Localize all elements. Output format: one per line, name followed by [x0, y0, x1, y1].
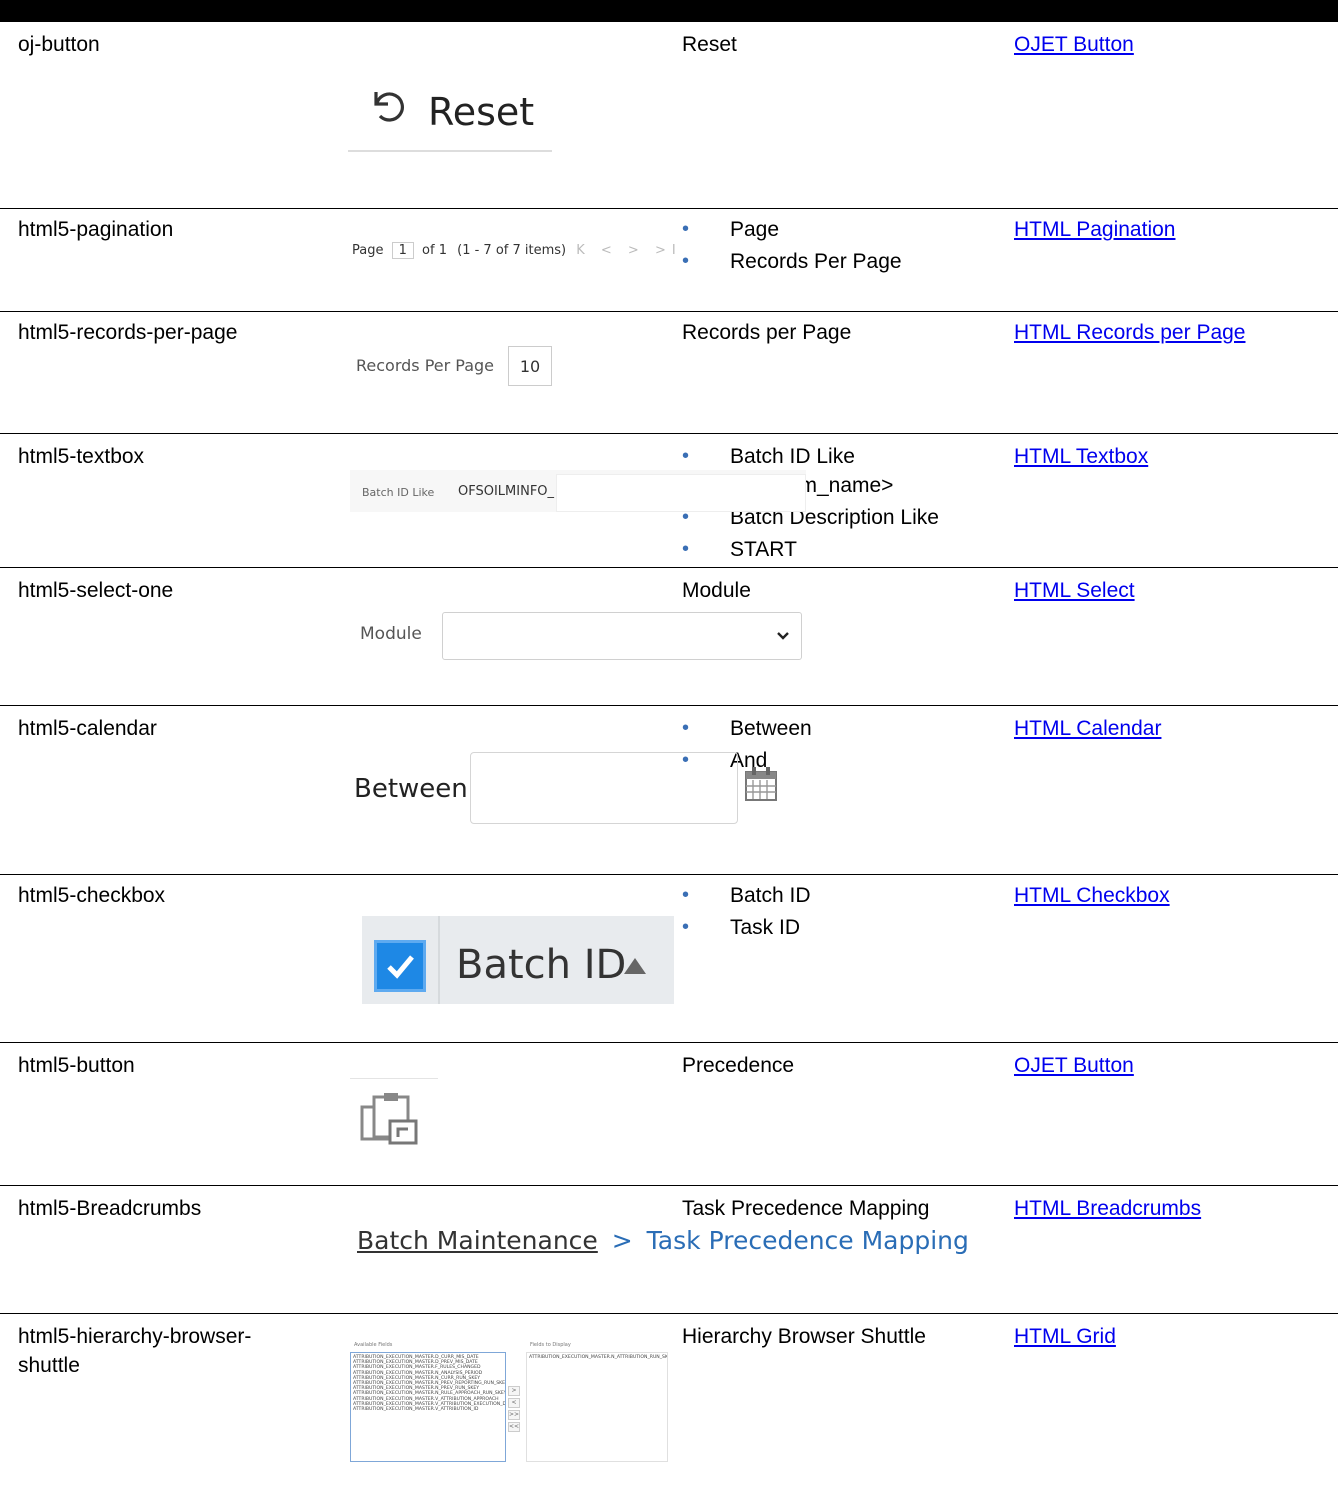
breadcrumb-current: Task Precedence Mapping	[646, 1226, 969, 1255]
component-name: html5-hierarchy-browser-shuttle	[18, 1325, 252, 1377]
doc-link[interactable]: OJET Button	[1014, 33, 1134, 56]
component-link: OJET Button	[1014, 1051, 1334, 1080]
component-description: Hierarchy Browser Shuttle	[682, 1325, 926, 1348]
records-per-page-label: Records Per Page	[356, 356, 495, 375]
component-link: HTML Records per Page	[1014, 318, 1334, 347]
doc-link[interactable]: HTML Checkbox	[1014, 884, 1170, 907]
sort-ascending-icon	[624, 958, 646, 974]
page-input: 1	[391, 242, 414, 259]
component-description: Batch ID Task ID	[682, 881, 992, 945]
list-item: Records Per Page	[682, 247, 992, 276]
doc-link[interactable]: HTML Breadcrumbs	[1014, 1197, 1201, 1220]
shuttle-screenshot: Available Fields Fields to Display ATTRI…	[350, 1342, 670, 1464]
doc-link[interactable]: HTML Calendar	[1014, 717, 1161, 740]
table-row: html5-pagination Page Records Per Page H…	[0, 208, 1338, 311]
list-item: Batch ID	[682, 881, 992, 910]
component-name: html5-Breadcrumbs	[18, 1197, 202, 1220]
component-name: html5-button	[18, 1054, 135, 1077]
records-per-page-input: 10	[508, 346, 552, 386]
component-name: html5-checkbox	[18, 884, 166, 907]
component-link: HTML Textbox	[1014, 442, 1334, 471]
component-link: HTML Breadcrumbs	[1014, 1194, 1334, 1223]
select-box	[442, 612, 802, 660]
checkbox-label: Batch ID	[456, 942, 627, 988]
calendar-screenshot: Between	[354, 752, 784, 826]
table-header-bar	[0, 0, 1338, 22]
page-count: of 1	[422, 243, 447, 258]
list-item: ATTRIBUTION_EXECUTION_MASTER.F_RULES_CHA…	[353, 1365, 481, 1371]
textbox-prefix: OFSOILMINFO_	[458, 484, 555, 499]
calendar-icon	[745, 767, 777, 801]
pagination-screenshot: Page 1 of 1 (1 - 7 of 7 items) K < > >I	[352, 242, 682, 259]
reset-button-screenshot: Reset	[348, 78, 552, 152]
component-link: HTML Checkbox	[1014, 881, 1334, 910]
component-description: Page Records Per Page	[682, 215, 992, 279]
list-item: Between	[682, 714, 992, 743]
component-description: Records per Page	[682, 321, 852, 344]
doc-link[interactable]: HTML Textbox	[1014, 445, 1148, 468]
list-item: START	[682, 535, 992, 564]
doc-link[interactable]: HTML Select	[1014, 579, 1135, 602]
items-range: (1 - 7 of 7 items)	[457, 243, 567, 258]
checkbox	[374, 940, 426, 992]
component-name: oj-button	[18, 33, 100, 56]
chevron-down-icon	[777, 632, 789, 640]
select-label: Module	[360, 624, 422, 644]
list-item: Page	[682, 215, 992, 244]
component-description: Reset	[682, 33, 737, 56]
doc-link[interactable]: OJET Button	[1014, 1054, 1134, 1077]
table-row: html5-records-per-page Records per Page …	[0, 311, 1338, 433]
doc-link[interactable]: HTML Pagination	[1014, 218, 1175, 241]
list-item: ATTRIBUTION_EXECUTION_MASTER.V_ATTRIBUTI…	[353, 1407, 479, 1413]
reset-label: Reset	[428, 90, 535, 134]
component-description: Module	[682, 579, 751, 602]
select-screenshot: Module	[360, 612, 804, 662]
breadcrumb-separator: >	[611, 1226, 633, 1255]
component-link: HTML Calendar	[1014, 714, 1334, 743]
list-item: ATTRIBUTION_EXECUTION_MASTER.N_ATTRIBUTI…	[529, 1355, 668, 1360]
component-link: HTML Select	[1014, 576, 1334, 605]
pagination-nav-icons: K < > >I	[576, 243, 682, 258]
textbox-input	[556, 474, 806, 512]
doc-link[interactable]: HTML Grid	[1014, 1325, 1116, 1348]
move-all-left-button: <<	[508, 1422, 520, 1432]
precedence-icon	[360, 1093, 418, 1145]
component-name: html5-calendar	[18, 717, 157, 740]
page-label: Page	[352, 243, 384, 258]
breadcrumb-screenshot: Batch Maintenance > Task Precedence Mapp…	[357, 1226, 969, 1255]
calendar-label: Between	[354, 774, 468, 804]
calendar-input	[470, 752, 738, 824]
component-description: Task Precedence Mapping	[682, 1197, 930, 1220]
component-link: OJET Button	[1014, 30, 1334, 59]
available-fields-list: ATTRIBUTION_EXECUTION_MASTER.D_CURR_MIS_…	[350, 1352, 506, 1462]
display-fields-title: Fields to Display	[530, 1342, 571, 1348]
move-left-button: <	[508, 1398, 520, 1408]
textbox-screenshot: Batch ID Like OFSOILMINFO_	[350, 470, 806, 512]
move-right-button: >	[508, 1386, 520, 1396]
reset-icon	[374, 92, 404, 122]
checkbox-screenshot: Batch ID	[362, 916, 674, 1004]
records-per-page-screenshot: Records Per Page 10	[356, 346, 556, 388]
list-item: Task ID	[682, 913, 992, 942]
component-description: Precedence	[682, 1054, 795, 1077]
column-divider	[438, 916, 440, 1004]
display-fields-list: ATTRIBUTION_EXECUTION_MASTER.N_ATTRIBUTI…	[526, 1352, 668, 1462]
textbox-label: Batch ID Like	[362, 486, 435, 499]
component-name: html5-textbox	[18, 445, 145, 468]
component-name: html5-select-one	[18, 579, 174, 602]
component-link: HTML Pagination	[1014, 215, 1334, 244]
component-name: html5-pagination	[18, 218, 174, 241]
component-name: html5-records-per-page	[18, 321, 238, 344]
precedence-button-screenshot	[350, 1078, 438, 1148]
breadcrumb-parent: Batch Maintenance	[357, 1226, 598, 1255]
table-row: html5-button Precedence OJET Button	[0, 1042, 1338, 1185]
component-link: HTML Grid	[1014, 1322, 1334, 1351]
table-row: oj-button Reset OJET Button	[0, 22, 1338, 208]
list-item: ATTRIBUTION_EXECUTION_MASTER.N_RULE_APPR…	[353, 1391, 506, 1397]
check-icon	[387, 955, 414, 979]
available-fields-title: Available Fields	[354, 1342, 393, 1348]
doc-link[interactable]: HTML Records per Page	[1014, 321, 1245, 344]
move-all-right-button: >>	[508, 1410, 520, 1420]
